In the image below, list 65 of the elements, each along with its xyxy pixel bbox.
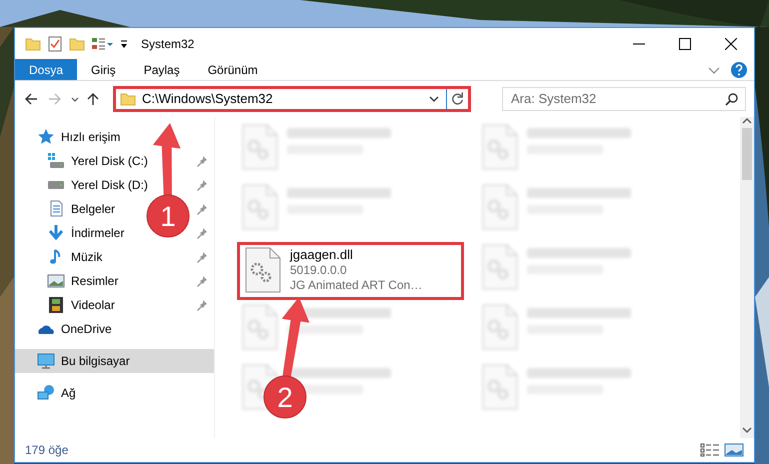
sidebar-item[interactable]: Resimler — [15, 269, 214, 293]
item-count: 179 öğe — [25, 442, 68, 459]
callout-number: 1 — [160, 201, 176, 232]
scroll-up-icon[interactable] — [742, 117, 752, 125]
file-detail: 5019.0.0.0 — [290, 263, 348, 278]
file-gears-icon — [481, 244, 519, 290]
address-bar[interactable]: C:\Windows\System32 — [113, 86, 471, 112]
file-gears-icon — [481, 304, 519, 350]
star-icon — [37, 128, 55, 146]
sidebar-item[interactable]: Yerel Disk (C:) — [15, 149, 214, 173]
file-gears-icon — [244, 247, 282, 293]
pictures-icon — [47, 272, 65, 290]
film-icon — [47, 296, 65, 314]
search-icon[interactable] — [725, 92, 739, 106]
ribbon-tab[interactable]: Paylaş — [130, 59, 194, 80]
ribbon-tab[interactable]: Giriş — [77, 59, 130, 80]
folder-icon[interactable] — [25, 36, 41, 52]
help-icon[interactable] — [728, 59, 750, 81]
callout-badge — [264, 376, 306, 418]
new-folder-icon[interactable] — [69, 36, 85, 52]
file-gears-icon — [481, 184, 519, 230]
pin-icon[interactable] — [196, 251, 208, 263]
sidebar-item[interactable]: Müzik — [15, 245, 214, 269]
ribbon-tab[interactable]: Dosya — [15, 59, 78, 80]
pin-icon[interactable] — [196, 275, 208, 287]
pin-icon[interactable] — [196, 299, 208, 311]
sidebar-item[interactable]: Hızlı erişim — [15, 125, 214, 149]
file-gears-icon — [241, 304, 279, 350]
maximize-button[interactable] — [679, 38, 691, 50]
file-name: jgaagen.dll — [290, 247, 354, 264]
pin-icon[interactable] — [196, 227, 208, 239]
sidebar-item[interactable]: Yerel Disk (D:) — [15, 173, 214, 197]
scroll-down-icon[interactable] — [742, 426, 752, 434]
details-view-button[interactable] — [700, 443, 720, 457]
callout-badge — [146, 194, 190, 238]
file-detail: JG Animated ART Con… — [290, 278, 422, 294]
large-icons-view-button[interactable] — [724, 443, 744, 457]
up-button[interactable] — [85, 91, 101, 107]
file-gears-icon — [481, 124, 519, 170]
close-button[interactable] — [725, 38, 737, 50]
pin-icon[interactable] — [196, 179, 208, 191]
folder-icon — [120, 91, 136, 107]
address-path: C:\Windows\System32 — [142, 90, 274, 108]
sidebar-item[interactable]: Ağ — [15, 381, 214, 405]
sidebar-item[interactable]: Bu bilgisayar — [15, 349, 214, 373]
properties-icon[interactable] — [47, 36, 63, 52]
file-gears-icon — [241, 184, 279, 230]
ribbon-tab[interactable]: Görünüm — [194, 59, 272, 80]
pin-icon[interactable] — [196, 203, 208, 215]
pin-icon[interactable] — [196, 155, 208, 167]
file-gears-icon — [241, 124, 279, 170]
file-item[interactable]: jgaagen.dll 5019.0.0.0 JG Animated ART Con… — [237, 242, 464, 300]
search-box[interactable]: Ara: System32 — [502, 87, 746, 111]
scroll-thumb[interactable] — [742, 128, 752, 180]
drive-icon — [47, 152, 65, 170]
file-gears-icon — [481, 364, 519, 410]
view-menu-icon[interactable] — [91, 36, 113, 52]
sidebar-item[interactable]: OneDrive — [15, 317, 214, 341]
computer-icon — [37, 352, 55, 370]
recent-locations-button[interactable] — [71, 96, 79, 102]
window-title: System32 — [141, 36, 194, 52]
callout-number: 2 — [277, 382, 293, 413]
download-icon — [47, 224, 65, 242]
network-icon — [37, 384, 55, 402]
sidebar-item[interactable]: Videolar — [15, 293, 214, 317]
